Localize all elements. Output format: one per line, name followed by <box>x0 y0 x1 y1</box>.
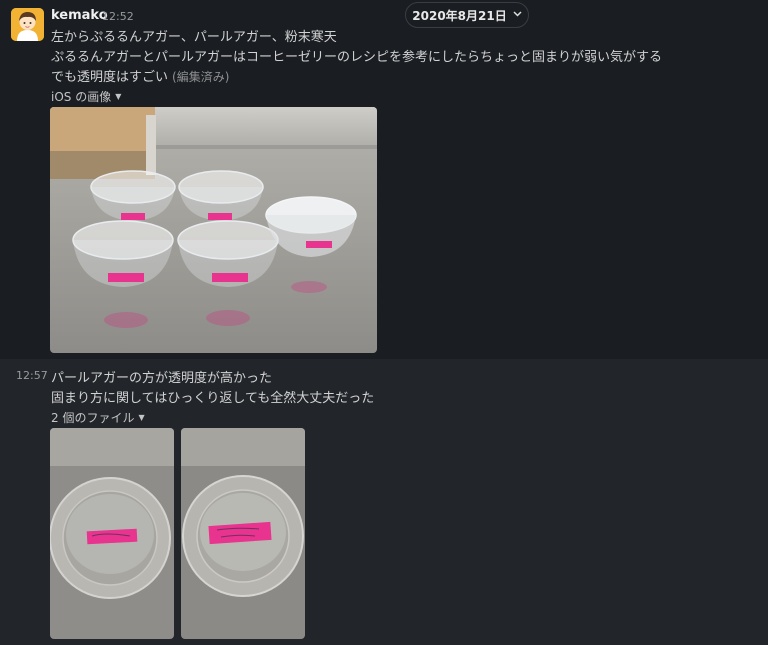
message-timestamp[interactable]: 12:57 <box>16 369 48 382</box>
message-1: kemako 12:52 左からぷるるんアガー、パールアガー、粉末寒天 ぷるるん… <box>0 0 768 359</box>
message-text-line: ぷるるんアガーとパールアガーはコーヒーゼリーのレシピを参考にしたらちょっと固まり… <box>51 50 663 65</box>
message-text-line: 左からぷるるんアガー、パールアガー、粉末寒天 <box>51 30 337 45</box>
attachment-toggle[interactable]: iOS の画像 ▼ <box>51 88 121 105</box>
attachment-image-bowl-1[interactable] <box>50 428 174 639</box>
caret-down-icon: ▼ <box>115 92 122 101</box>
chevron-down-icon <box>513 10 522 20</box>
message-2: 12:57 パールアガーの方が透明度が高かった 固まり方に関してはひっくり返して… <box>0 359 768 645</box>
edited-label: (編集済み) <box>172 70 230 84</box>
attachment-image-bowl-2[interactable] <box>181 428 305 639</box>
attachment-toggle-label: 2 個のファイル <box>51 411 135 425</box>
message-timestamp[interactable]: 12:52 <box>102 10 134 23</box>
message-text-line: パールアガーの方が透明度が高かった <box>51 371 273 386</box>
message-text-line: でも透明度はすごい (編集済み) <box>51 66 229 85</box>
message-text: でも透明度はすごい <box>51 70 169 85</box>
caret-down-icon: ▼ <box>138 413 145 422</box>
username[interactable]: kemako <box>51 8 108 23</box>
attachment-toggle[interactable]: 2 個のファイル ▼ <box>51 409 145 426</box>
user-avatar[interactable] <box>11 8 44 41</box>
date-divider-label: 2020年8月21日 <box>412 8 507 23</box>
date-divider-button[interactable]: 2020年8月21日 <box>405 2 529 28</box>
attachment-image-bowls[interactable] <box>50 107 377 353</box>
message-text-line: 固まり方に関してはひっくり返しても全然大丈夫だった <box>51 391 375 406</box>
attachment-toggle-label: iOS の画像 <box>51 90 112 104</box>
